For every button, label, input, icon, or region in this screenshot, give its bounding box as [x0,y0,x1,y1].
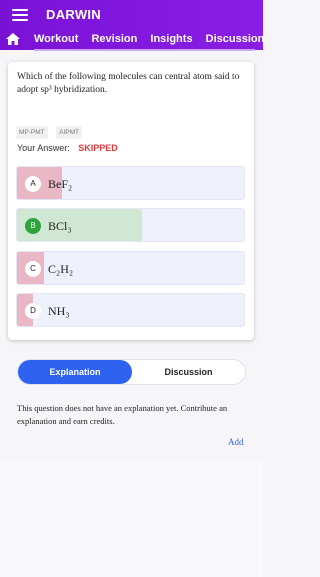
nav-workout[interactable]: Workout [34,33,78,45]
option-b-formula: BCl₃ [48,219,72,233]
add-explanation-link[interactable]: Add [228,437,244,447]
your-answer: Your Answer: SKIPPED [17,143,118,153]
option-a-letter: A [25,176,41,192]
answer-status-badge: SKIPPED [78,143,118,153]
home-icon[interactable] [6,33,20,45]
tab-explanation[interactable]: Explanation [18,360,132,384]
option-b-letter: B [25,218,41,234]
top-nav: Workout Revision Insights Discussion [34,33,274,45]
app-header: DARWIN Workout Revision Insights Discuss… [0,0,264,51]
tab-discussion[interactable]: Discussion [132,360,245,384]
explanation-text: This question does not have an explanati… [17,403,228,426]
tag-mp-pmt: MP-PMT [16,126,48,139]
option-d[interactable]: D NH₃ [16,293,245,327]
nav-insights[interactable]: Insights [150,33,192,45]
hamburger-menu-icon[interactable] [12,9,28,21]
option-d-letter: D [25,303,41,319]
option-a-formula: BeF₂ [48,177,73,191]
bottom-blank-area [0,460,263,577]
option-d-formula: NH₃ [48,304,70,318]
question-text: Which of the following molecules can cen… [17,72,240,95]
exam-tags: MP-PMT AIPMT [16,121,86,139]
question-card: Which of the following molecules can cen… [8,62,254,340]
option-c[interactable]: C C₂H₂ [16,251,245,285]
nav-underline [34,49,255,51]
app-title: DARWIN [46,7,101,22]
explanation-tabs: Explanation Discussion [17,359,246,385]
tag-aipmt: AIPMT [56,126,82,139]
your-answer-label: Your Answer: [17,143,70,153]
nav-discussion[interactable]: Discussion [206,33,265,45]
option-c-formula: C₂H₂ [48,262,74,276]
option-c-letter: C [25,261,41,277]
option-b[interactable]: B BCl₃ [16,208,245,242]
nav-revision[interactable]: Revision [91,33,137,45]
option-a[interactable]: A BeF₂ [16,166,245,200]
